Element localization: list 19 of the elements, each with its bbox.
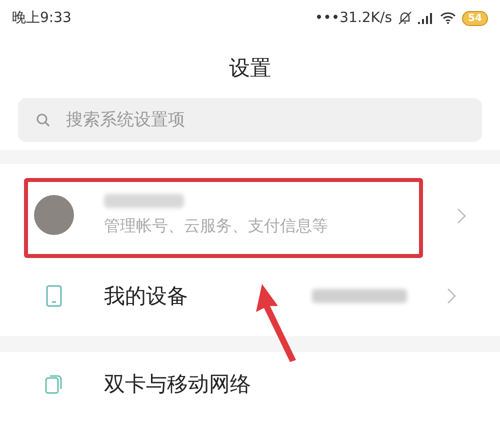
phone-icon [46, 285, 62, 307]
status-time: 晚上9:33 [12, 9, 72, 27]
search-icon [36, 113, 50, 127]
chevron-icon [447, 288, 456, 304]
chevron-icon [457, 208, 466, 224]
battery-icon: 54 [462, 10, 488, 26]
settings-item[interactable]: 我的设备 [24, 260, 476, 332]
item-label: 我的设备 [104, 283, 189, 310]
account-subtitle: 管理帐号、云服务、支付信息等 [104, 216, 329, 236]
avatar [34, 195, 74, 235]
network-speed: •••31.2K/s [314, 10, 392, 26]
search-field[interactable]: 搜索系统设置项 [18, 98, 482, 142]
bell-off-icon [398, 11, 412, 25]
signal-icon [418, 12, 434, 24]
dual-card-icon [45, 374, 63, 394]
wifi-icon [440, 12, 456, 24]
settings-item[interactable]: 双卡与移动网络 [24, 352, 476, 416]
page-title: 设置 [229, 55, 271, 82]
item-label: 双卡与移动网络 [104, 371, 252, 398]
